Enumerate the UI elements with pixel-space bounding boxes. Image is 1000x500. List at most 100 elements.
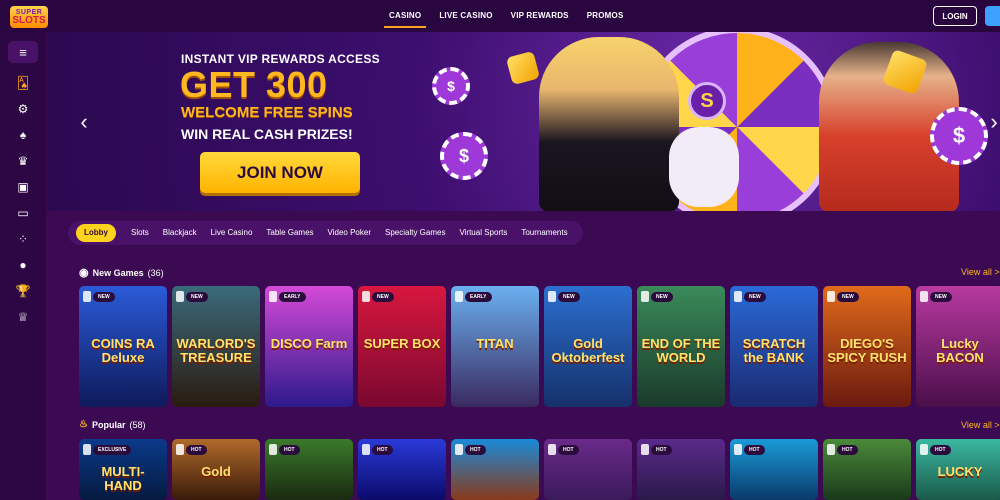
provider-icon — [641, 444, 649, 455]
game-tile[interactable]: HOT — [451, 439, 539, 500]
game-tile[interactable]: NEW SCRATCH the BANK — [730, 286, 818, 407]
game-badge: HOT — [558, 445, 579, 455]
game-badge: HOT — [279, 445, 300, 455]
game-tile[interactable]: NEW WARLORD'S TREASURE — [172, 286, 260, 407]
provider-icon — [176, 291, 184, 302]
game-title: WARLORD'S TREASURE — [176, 335, 256, 365]
eye-icon: ◉ — [79, 267, 89, 279]
hero-banner[interactable]: INSTANT VIP REWARDS ACCESS GET 300 WELCO… — [47, 32, 1000, 211]
game-tile[interactable]: HOT — [358, 439, 446, 500]
logo[interactable]: SUPER SLOTS — [10, 6, 48, 28]
game-title: Lucky BACON — [936, 335, 984, 365]
game-badge: NEW — [93, 292, 115, 302]
provider-icon — [83, 291, 91, 302]
game-badge: NEW — [558, 292, 580, 302]
popular-count: (58) — [129, 419, 146, 430]
join-now-button[interactable]: JOIN NOW — [200, 152, 360, 193]
game-tile[interactable]: NEW DIEGO'S SPICY RUSH — [823, 286, 911, 407]
tab-tournaments[interactable]: Tournaments — [514, 221, 574, 245]
game-badge: NEW — [372, 292, 394, 302]
tab-table-games[interactable]: Table Games — [259, 221, 320, 245]
tab-lobby[interactable]: Lobby — [76, 224, 116, 242]
provider-icon — [83, 444, 91, 455]
chevron-left-icon[interactable]: ‹ — [75, 109, 93, 134]
provider-icon — [176, 444, 184, 455]
game-title: SUPER BOX — [363, 335, 441, 351]
game-tile[interactable]: NEW Gold Oktoberfest — [544, 286, 632, 407]
tab-slots[interactable]: Slots — [124, 221, 156, 245]
game-badge: HOT — [744, 445, 765, 455]
game-tile[interactable]: EXCLUSIVE MULTI-HAND — [79, 439, 167, 500]
tab-live-casino[interactable]: Live Casino — [204, 221, 260, 245]
game-title: Gold Oktoberfest — [551, 335, 625, 365]
game-tile[interactable]: EARLY TITAN — [451, 286, 539, 407]
category-tabs: Lobby Slots Blackjack Live Casino Table … — [68, 221, 583, 245]
provider-icon — [548, 291, 556, 302]
dice-icon — [505, 50, 541, 86]
game-tile[interactable]: HOT LUCKY — [916, 439, 1000, 500]
game-title: COINS RA Deluxe — [91, 335, 155, 365]
flame-icon: ♨ — [79, 419, 88, 430]
game-badge: EXCLUSIVE — [93, 445, 132, 455]
sidebar-icon-lobby-icon[interactable]: 🂡 — [14, 74, 32, 92]
signup-button[interactable] — [985, 6, 1000, 26]
sidebar-icon-sports-icon[interactable]: ● — [14, 256, 32, 274]
game-badge: NEW — [651, 292, 673, 302]
sidebar-icon-tournaments-icon[interactable]: 🏆 — [14, 282, 32, 300]
game-tile[interactable]: HOT — [544, 439, 632, 500]
game-tile[interactable]: NEW Lucky BACON — [916, 286, 1000, 407]
game-title: MULTI-HAND — [101, 463, 145, 493]
logo-bottom: SLOTS — [12, 14, 46, 26]
login-button[interactable]: LOGIN — [933, 6, 977, 26]
hero-line-2: GET 300 — [180, 64, 328, 105]
game-badge: HOT — [651, 445, 672, 455]
game-tile[interactable]: HOT — [637, 439, 725, 500]
provider-icon — [920, 444, 928, 455]
tab-specialty-games[interactable]: Specialty Games — [378, 221, 452, 245]
game-tile[interactable]: NEW COINS RA Deluxe — [79, 286, 167, 407]
nav-promos[interactable]: PROMOS — [578, 0, 633, 32]
sidebar-icon-table-games-icon[interactable]: ♠ — [14, 126, 32, 144]
sidebar-icon-vip-icon[interactable]: ♕ — [14, 308, 32, 326]
game-badge: HOT — [465, 445, 486, 455]
nav-live-casino[interactable]: LIVE CASINO — [430, 0, 501, 32]
tab-video-poker[interactable]: Video Poker — [321, 221, 378, 245]
nav-vip-rewards[interactable]: VIP REWARDS — [502, 0, 578, 32]
tab-virtual-sports[interactable]: Virtual Sports — [452, 221, 514, 245]
new-games-view-all-link[interactable]: View all > — [961, 267, 1000, 277]
game-tile[interactable]: HOT — [823, 439, 911, 500]
game-badge: NEW — [930, 292, 952, 302]
game-tile[interactable]: EARLY DISCO Farm — [265, 286, 353, 407]
game-tile[interactable]: NEW END OF THE WORLD — [637, 286, 725, 407]
game-title: DISCO Farm — [270, 335, 348, 351]
game-title: END OF THE WORLD — [641, 335, 721, 365]
game-title: SCRATCH the BANK — [742, 335, 806, 365]
sidebar-icon-video-poker-icon[interactable]: ▣ — [14, 178, 32, 196]
game-title: DIEGO'S SPICY RUSH — [827, 335, 907, 365]
provider-icon — [269, 291, 277, 302]
game-badge: HOT — [186, 445, 207, 455]
cat-character-image — [669, 127, 739, 207]
new-games-count: (36) — [147, 267, 164, 278]
game-badge: NEW — [837, 292, 859, 302]
tab-blackjack[interactable]: Blackjack — [156, 221, 204, 245]
sidebar-icon-live-casino-icon[interactable]: ♛ — [14, 152, 32, 170]
nav-casino[interactable]: CASINO — [380, 0, 430, 32]
sidebar-icon-virtual-sports-icon[interactable]: ▭ — [14, 204, 32, 222]
popular-title: Popular — [91, 419, 126, 430]
casino-chip-icon: $ — [432, 67, 470, 105]
hamburger-icon[interactable]: ≡ — [8, 41, 38, 63]
provider-icon — [362, 291, 370, 302]
provider-icon — [269, 444, 277, 455]
popular-heading: ♨ Popular (58) — [79, 419, 146, 430]
sidebar-icon-specialty-icon[interactable]: ⁘ — [14, 230, 32, 248]
game-badge: HOT — [837, 445, 858, 455]
sidebar-icon-slots-icon[interactable]: ⚙ — [14, 100, 32, 118]
game-tile[interactable]: HOT Gold — [172, 439, 260, 500]
popular-view-all-link[interactable]: View all > — [961, 420, 1000, 430]
game-title: LUCKY — [937, 463, 983, 479]
game-badge: EARLY — [279, 292, 306, 302]
game-tile[interactable]: HOT — [265, 439, 353, 500]
game-tile[interactable]: NEW SUPER BOX — [358, 286, 446, 407]
game-tile[interactable]: HOT — [730, 439, 818, 500]
